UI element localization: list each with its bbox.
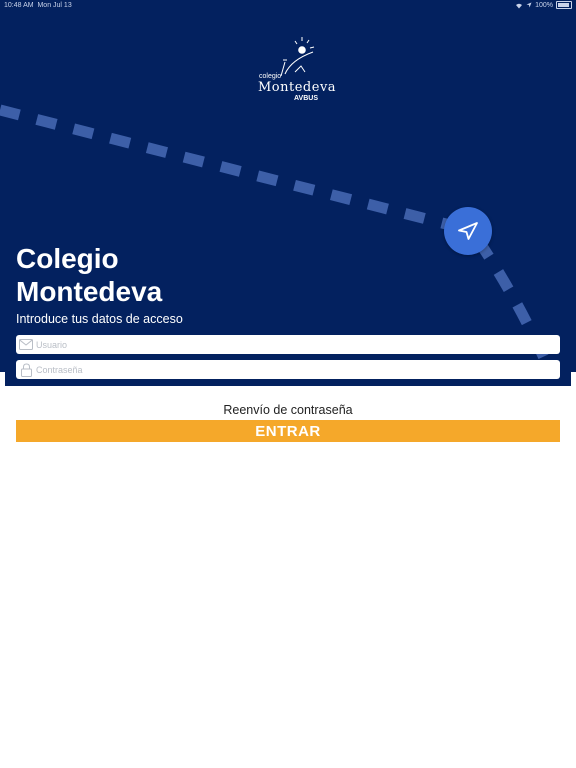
- logo-main-text: Montedeva: [258, 80, 337, 95]
- username-field[interactable]: [16, 335, 560, 354]
- mail-icon: [19, 338, 33, 352]
- page-title: Colegio Montedeva: [16, 242, 162, 308]
- logo-mark-icon: [280, 37, 315, 76]
- page-title-line2: Montedeva: [16, 276, 163, 307]
- hero-edge-right: [571, 372, 576, 386]
- username-input[interactable]: [33, 336, 536, 353]
- page-subtitle: Introduce tus datos de acceso: [16, 312, 183, 326]
- lock-icon: [19, 362, 33, 377]
- password-field[interactable]: [16, 360, 560, 379]
- enter-button[interactable]: ENTRAR: [16, 420, 560, 442]
- logo-sub-text: AVBUS: [294, 95, 318, 102]
- page-title-line1: Colegio: [16, 243, 119, 274]
- hero-header: 10:48 AM Mon Jul 13 100% colegio Montede…: [0, 0, 576, 386]
- resend-password-link[interactable]: Reenvío de contraseña: [0, 403, 576, 417]
- send-location-button[interactable]: [444, 207, 492, 255]
- send-arrow-icon: [458, 222, 478, 240]
- password-input[interactable]: [33, 361, 536, 378]
- logo-small-text: colegio: [259, 73, 282, 80]
- school-logo: colegio Montedeva AVBUS: [255, 36, 336, 106]
- hero-edge-left: [0, 372, 5, 386]
